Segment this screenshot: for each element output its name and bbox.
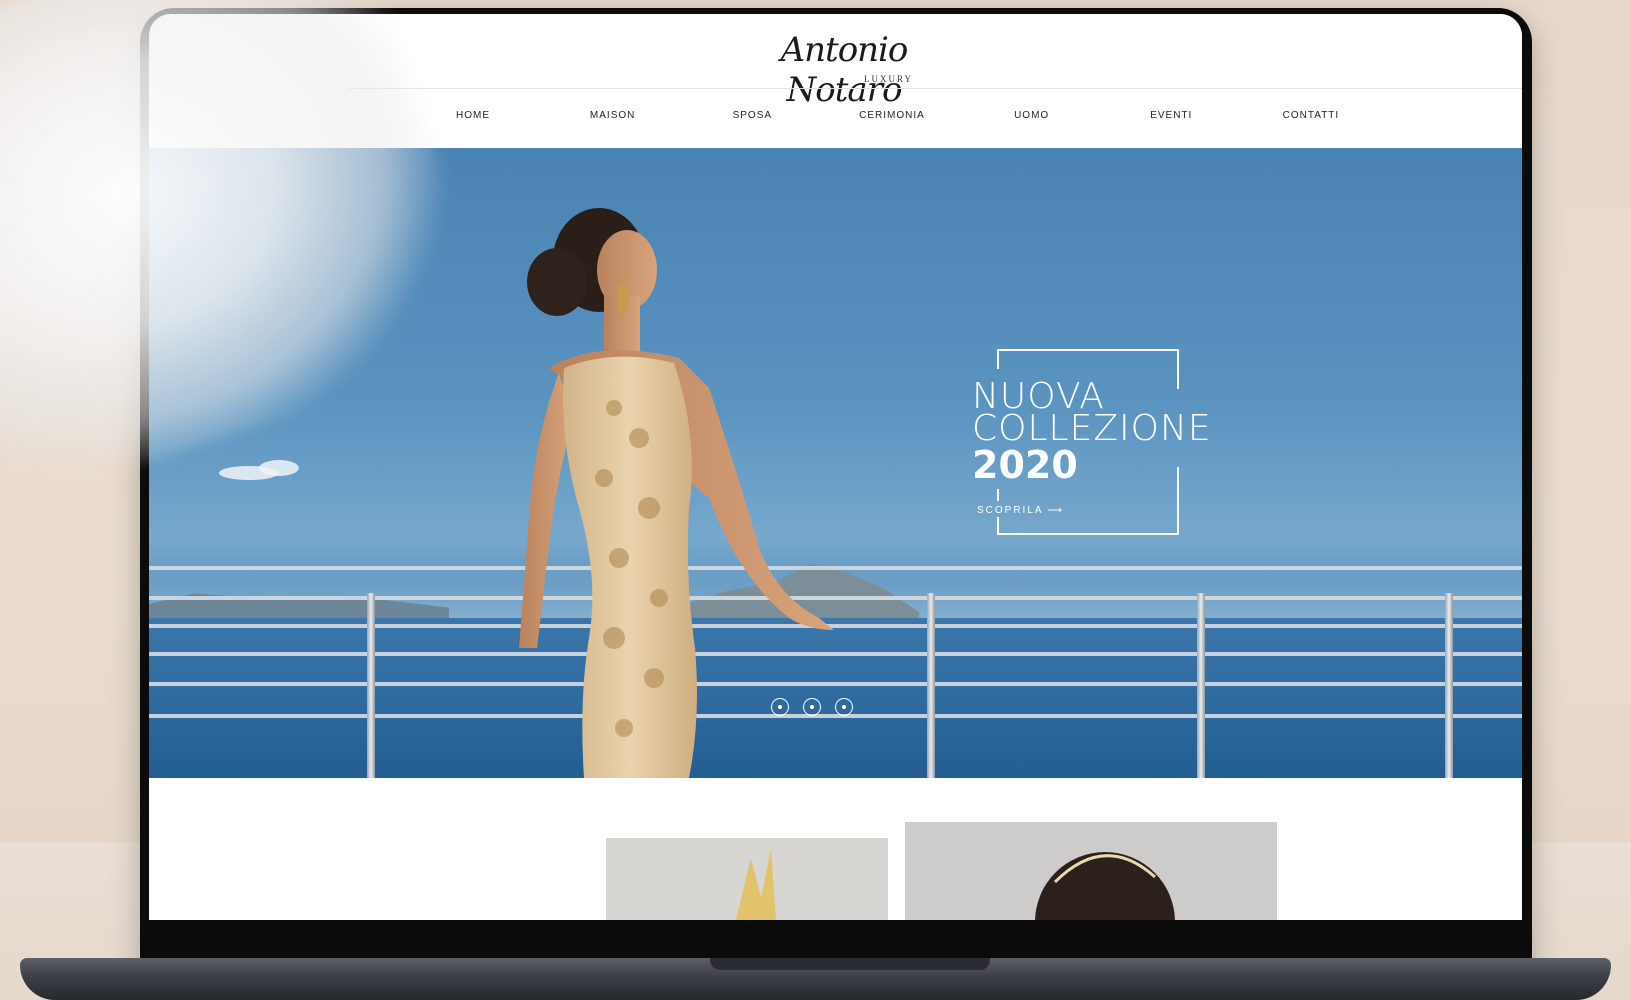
- frame-line: [1177, 349, 1179, 389]
- slide-dot-1[interactable]: [771, 698, 789, 716]
- main-nav: HOME MAISON SPOSA CERIMONIA UOMO EVENTI …: [412, 106, 1372, 130]
- nav-item-maison[interactable]: MAISON: [552, 106, 674, 130]
- frame-line: [997, 489, 999, 501]
- laptop-notch: [710, 958, 990, 970]
- slider-dots: [771, 698, 853, 716]
- railing-post: [1197, 593, 1205, 778]
- nav-item-contatti[interactable]: CONTATTI: [1250, 106, 1372, 130]
- frame-line: [997, 533, 1179, 535]
- promo-heading-line2: COLLEZIONE: [972, 408, 1212, 449]
- railing-post: [1445, 593, 1453, 778]
- frame-line: [1177, 467, 1179, 535]
- collection-thumbnail[interactable]: [905, 822, 1277, 920]
- site-logo[interactable]: Antonio Notaro LUXURY: [749, 30, 939, 110]
- thumbnail-image: [1035, 852, 1175, 920]
- frame-line: [997, 349, 999, 369]
- nav-item-home[interactable]: HOME: [412, 106, 534, 130]
- promo-year: 2020: [972, 443, 1078, 487]
- logo-subtitle: LUXURY: [863, 74, 913, 84]
- promo-box: NUOVA COLLEZIONE 2020 SCOPRILA ⟶: [972, 349, 1211, 536]
- nav-item-eventi[interactable]: EVENTI: [1110, 106, 1232, 130]
- railing-post: [927, 593, 935, 778]
- laptop-base: [20, 958, 1611, 1000]
- railing-post: [367, 593, 375, 778]
- discover-link[interactable]: SCOPRILA ⟶: [973, 505, 1068, 516]
- thumbnail-image: [736, 848, 776, 920]
- nav-item-sposa[interactable]: SPOSA: [691, 106, 813, 130]
- collection-thumbnail[interactable]: [606, 838, 888, 920]
- slide-dot-3[interactable]: [835, 698, 853, 716]
- model-photo: [519, 208, 834, 778]
- cloud: [259, 460, 299, 476]
- header-divider: [349, 88, 1522, 89]
- logo-script: Antonio Notaro: [780, 30, 909, 110]
- nav-item-uomo[interactable]: UOMO: [971, 106, 1093, 130]
- nav-item-cerimonia[interactable]: CERIMONIA: [831, 106, 953, 130]
- slide-dot-2[interactable]: [803, 698, 821, 716]
- frame-line: [997, 349, 1177, 351]
